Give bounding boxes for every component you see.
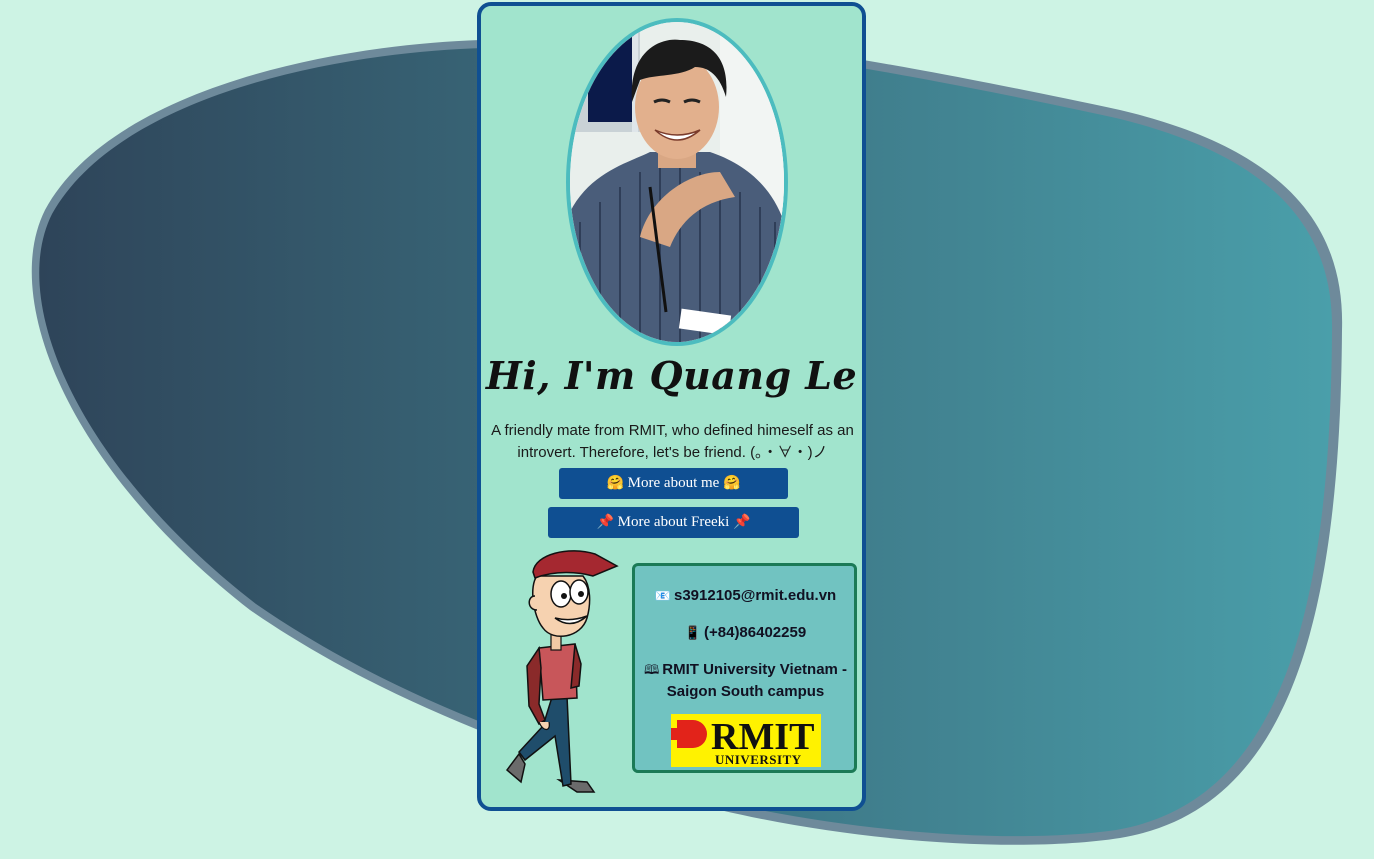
rmit-logo-icon: RMIT UNIVERSITY	[671, 714, 821, 767]
hug-emoji-icon: 🤗	[723, 475, 741, 491]
pushpin-icon: 📌	[733, 514, 751, 530]
more-about-me-button[interactable]: 🤗 More about me 🤗	[559, 468, 788, 499]
logo-subtitle: UNIVERSITY	[715, 752, 802, 767]
mobile-phone-icon: 📱	[684, 626, 701, 641]
more-about-me-label: More about me	[627, 475, 720, 491]
hug-emoji-icon: 🤗	[606, 475, 624, 491]
contact-box: 📧 s3912105@rmit.edu.vn 📱 (+84)86402259 🕮 RM…	[632, 563, 857, 773]
email-line[interactable]: 📧 s3912105@rmit.edu.vn	[639, 585, 852, 607]
more-about-freeki-label: More about Freeki	[617, 514, 730, 530]
campus-text: RMIT University Vietnam - Saigon South c…	[662, 661, 848, 700]
rmit-logo[interactable]: RMIT UNIVERSITY	[671, 714, 821, 767]
phone-line[interactable]: 📱 (+84)86402259	[639, 622, 852, 644]
intro-text: A friendly mate from RMIT, who defined h…	[491, 422, 854, 461]
more-about-freeki-button[interactable]: 📌 More about Freeki 📌	[548, 507, 799, 538]
envelope-icon: 📧	[654, 589, 671, 604]
pushpin-icon: 📌	[596, 514, 614, 530]
phone-text: (+84)86402259	[704, 624, 807, 641]
email-text: s3912105@rmit.edu.vn	[673, 587, 837, 604]
person-photo-icon	[570, 22, 784, 342]
cartoon-character-icon	[505, 550, 619, 793]
page: Hi, I'm Quang Le A friendly mate from RM…	[0, 0, 1374, 859]
cartoon-character-image	[499, 546, 619, 798]
book-icon: 🕮	[643, 663, 660, 678]
profile-card: Hi, I'm Quang Le A friendly mate from RM…	[477, 2, 866, 811]
profile-photo	[566, 18, 788, 346]
campus-line: 🕮 RMIT University Vietnam - Saigon South …	[639, 659, 852, 702]
page-title: Hi, I'm Quang Le	[485, 353, 858, 398]
